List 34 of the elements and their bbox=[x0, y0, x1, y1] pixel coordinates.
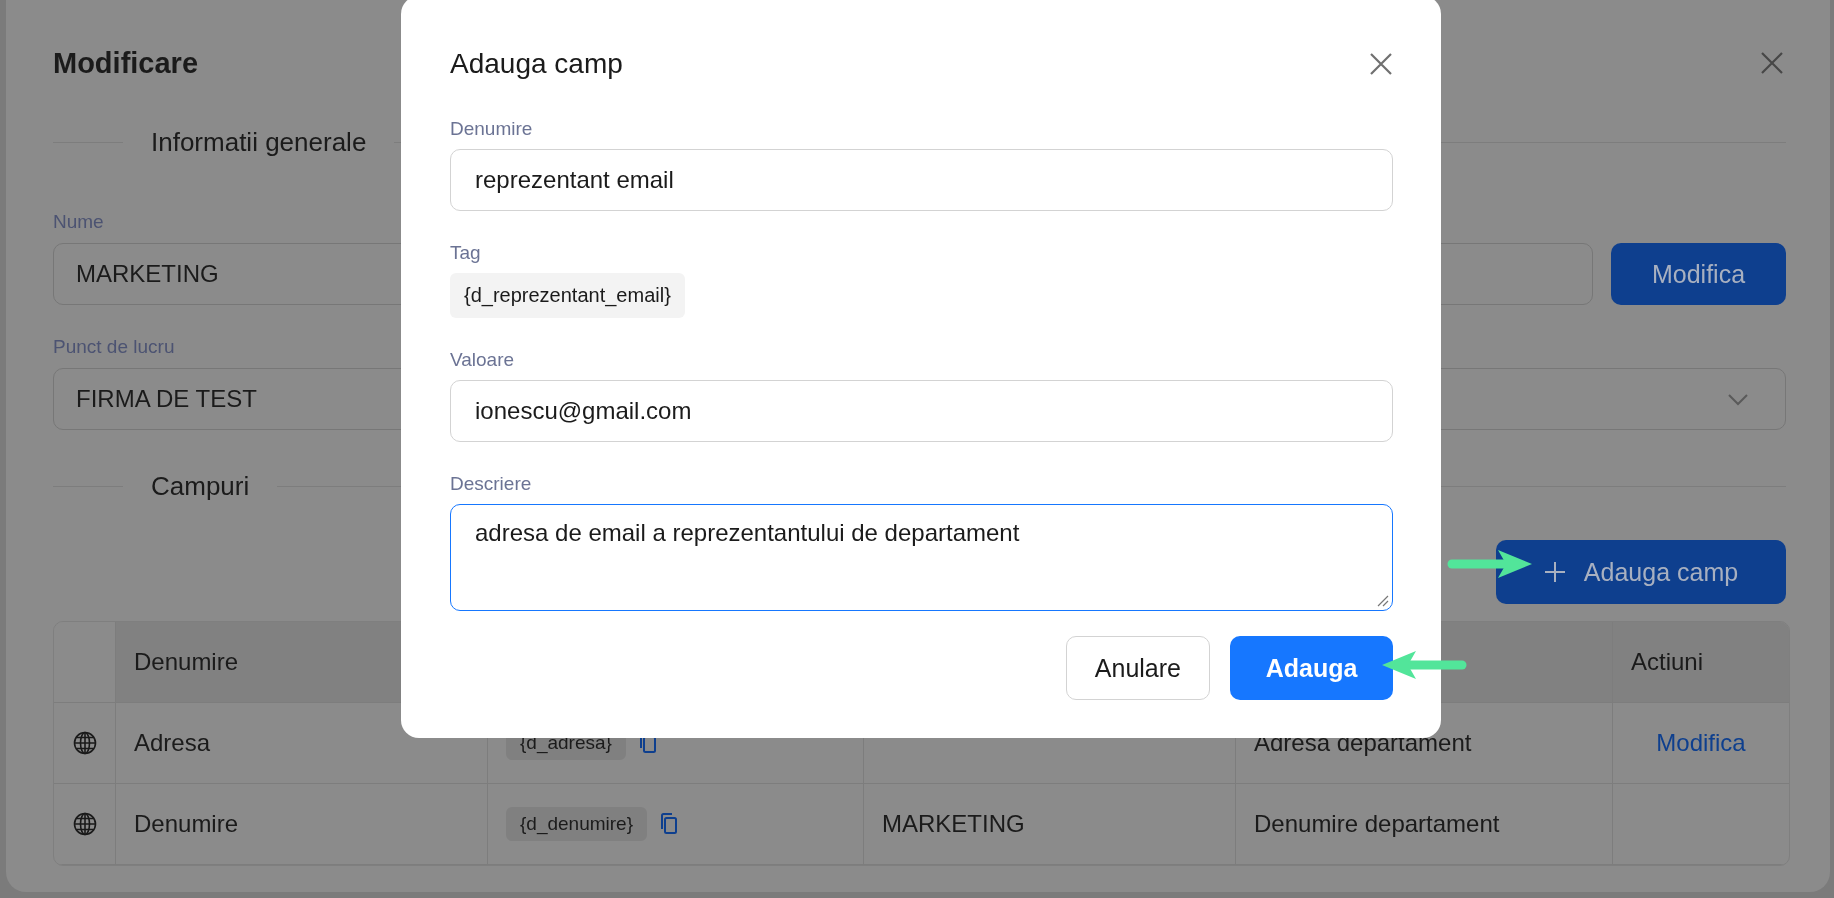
text-field[interactable]: reprezentant email bbox=[450, 149, 1393, 211]
description-field[interactable]: adresa de email a reprezentantului de departament bbox=[450, 504, 1393, 611]
close-icon[interactable] bbox=[1760, 51, 1784, 75]
globe-icon bbox=[72, 731, 97, 755]
add-button[interactable]: Adauga bbox=[1230, 636, 1393, 700]
select-value: FIRMA DE TEST bbox=[76, 385, 257, 413]
table-cell: MARKETING bbox=[882, 810, 1025, 838]
chevron-down-icon bbox=[1727, 392, 1749, 406]
globe-icon bbox=[72, 812, 97, 836]
tag-chip: {d_denumire} bbox=[506, 807, 648, 841]
table-cell: Denumire bbox=[134, 810, 239, 838]
close-icon[interactable] bbox=[1369, 52, 1393, 76]
resize-grip-icon bbox=[1377, 595, 1389, 607]
field-label: Nume bbox=[53, 211, 104, 233]
table-cell: Denumire departament bbox=[1254, 810, 1500, 838]
dialog-title: Modificare bbox=[53, 46, 199, 80]
column-header: Denumire bbox=[134, 648, 239, 676]
dialog-title: Adauga camp bbox=[450, 48, 623, 80]
field-label: Denumire bbox=[450, 118, 533, 140]
field-label: Descriere bbox=[450, 473, 532, 495]
text-field[interactable]: ionescu@gmail.com bbox=[450, 380, 1393, 442]
tag-chip: {d_reprezentant_email} bbox=[450, 273, 685, 318]
section-heading: Informatii generale bbox=[150, 126, 368, 158]
plus-icon bbox=[1543, 561, 1566, 583]
modify-button[interactable]: Modifica bbox=[1611, 243, 1786, 305]
table-cell: Adresa bbox=[134, 729, 211, 757]
section-heading: Campuri bbox=[150, 470, 251, 502]
cancel-button[interactable]: Anulare bbox=[1065, 636, 1210, 700]
field-value: adresa de email a reprezentantului de departament bbox=[475, 519, 1020, 547]
field-label: Punct de lucru bbox=[53, 336, 175, 358]
field-label: Tag bbox=[450, 242, 481, 264]
column-header: Actiuni bbox=[1631, 648, 1704, 676]
field-label: Valoare bbox=[450, 349, 515, 371]
add-field-button[interactable]: Adauga camp bbox=[1496, 540, 1786, 604]
